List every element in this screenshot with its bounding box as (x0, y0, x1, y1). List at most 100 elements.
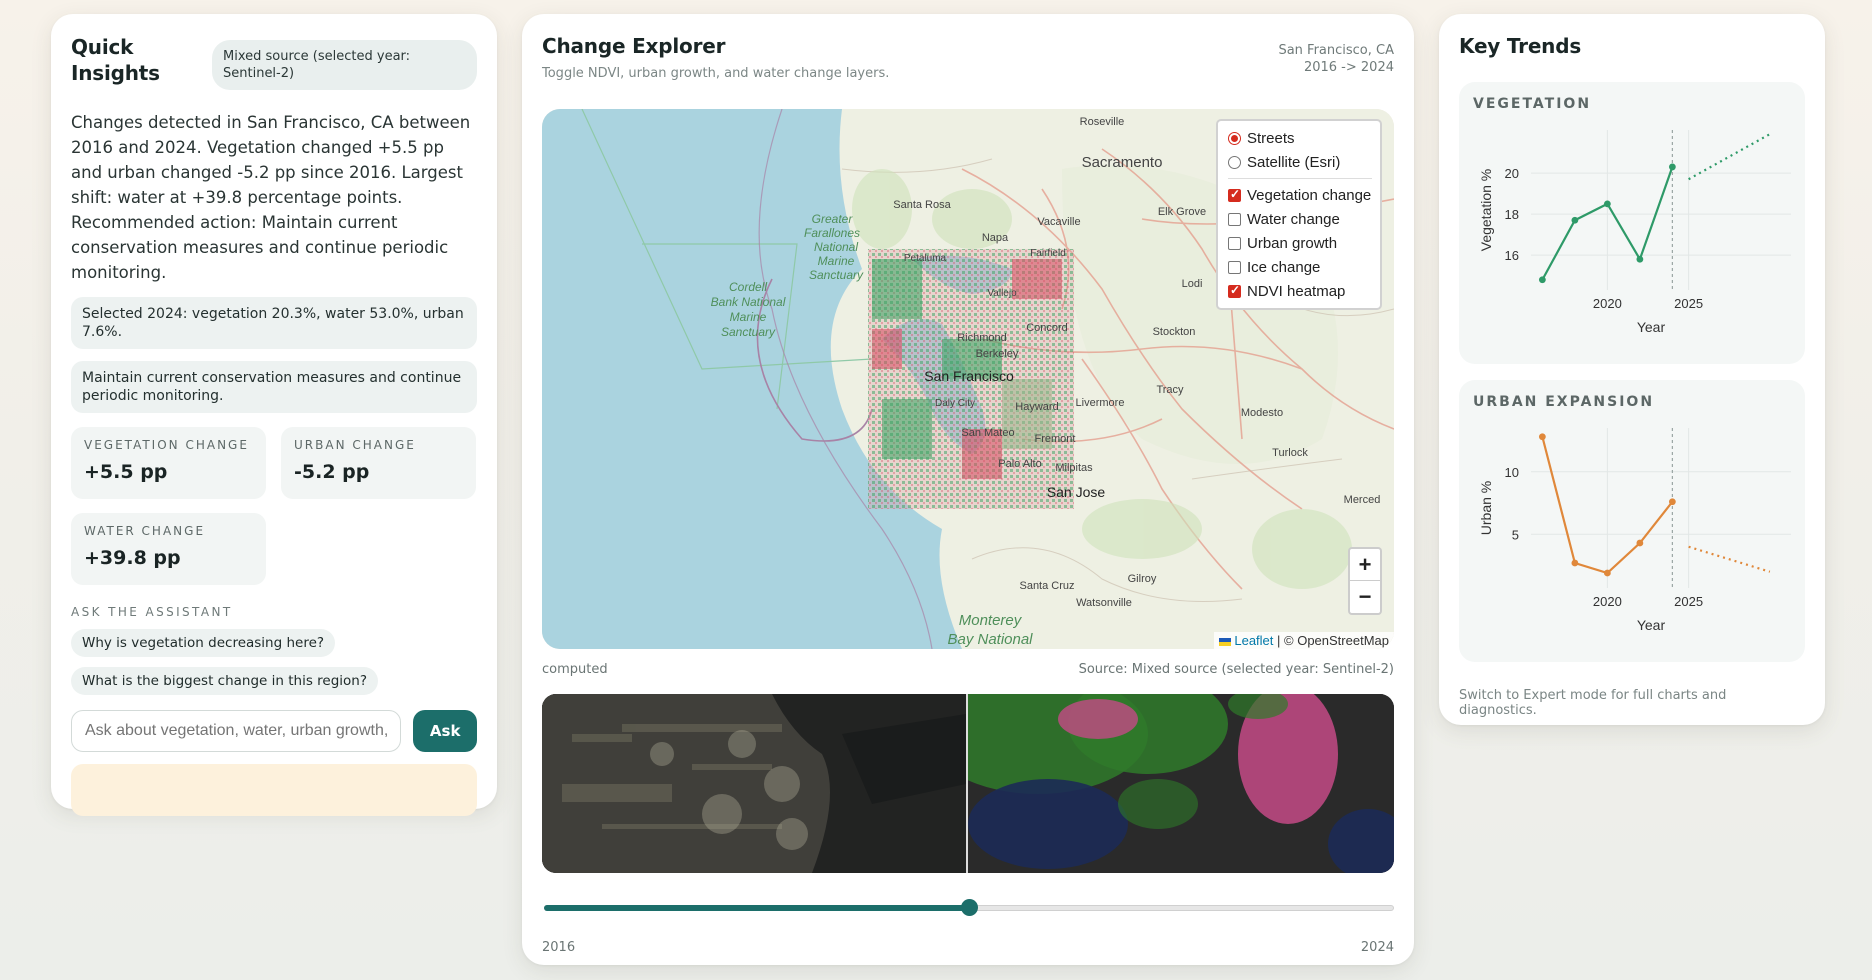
chart-title: URBAN EXPANSION (1473, 394, 1655, 410)
map-label-hayward: Hayward (1015, 401, 1058, 413)
map-label-fairfield: Fairfield (1030, 248, 1066, 259)
layer-control[interactable]: Streets Satellite (Esri) Vegetation chan… (1216, 119, 1382, 310)
x-axis-label: Year (1637, 319, 1666, 335)
stat-label: VEGETATION CHANGE (84, 438, 249, 452)
checkbox-icon[interactable] (1228, 236, 1241, 250)
map-label-merced: Merced (1344, 494, 1381, 506)
map-label-elk-grove: Elk Grove (1158, 206, 1206, 218)
layer-label: Urban growth (1247, 234, 1338, 252)
location-range: San Francisco, CA 2016 -> 2024 (1278, 42, 1394, 76)
overlay-ndvi-heatmap[interactable]: NDVI heatmap (1228, 279, 1372, 303)
vegetation-chart-card: VEGETATION 2020 2025 16 18 20 Year Vegetation … (1459, 82, 1805, 364)
change-map[interactable]: Sacramento Santa Rosa Vacaville Napa Fai… (542, 109, 1394, 649)
map-label-gilroy: Gilroy (1128, 573, 1157, 585)
map-label-tracy: Tracy (1156, 384, 1184, 396)
year-slider[interactable] (544, 899, 1394, 916)
forecast-line (1688, 545, 1771, 573)
leaflet-link[interactable]: Leaflet (1234, 633, 1273, 648)
x-axis-label: Year (1637, 617, 1666, 633)
x-tick-label: 2020 (1593, 296, 1622, 311)
map-attribution: Leaflet | © OpenStreetMap (1213, 632, 1394, 649)
after-change-image (928, 694, 1394, 873)
map-label-stockton: Stockton (1153, 326, 1196, 338)
overlay-ice-change[interactable]: Ice change (1228, 255, 1372, 279)
map-label-livermore: Livermore (1076, 397, 1125, 409)
stat-label: URBAN CHANGE (294, 438, 416, 452)
map-label-roseville: Roseville (1080, 116, 1125, 128)
map-label-lodi: Lodi (1182, 278, 1203, 290)
slider-thumb[interactable] (961, 899, 978, 916)
layer-label: Vegetation change (1247, 186, 1372, 204)
ask-row: Ask (71, 710, 477, 752)
radio-icon[interactable] (1228, 131, 1241, 145)
y-tick-label: 5 (1512, 527, 1519, 542)
insights-title: Quick Insights (71, 35, 160, 85)
assistant-question-input[interactable] (71, 710, 402, 752)
explorer-title: Change Explorer (542, 34, 726, 58)
map-label-san-mateo: San Mateo (961, 427, 1014, 439)
explorer-subtitle: Toggle NDVI, urban growth, and water cha… (542, 66, 890, 81)
key-trends-panel: Key Trends VEGETATION 2020 2025 16 18 20 Year… (1439, 14, 1825, 725)
map-label-palo-alto: Palo Alto (998, 458, 1041, 470)
overlay-water-change[interactable]: Water change (1228, 207, 1372, 231)
suggestion-chip[interactable]: What is the biggest change in this regio… (71, 667, 379, 695)
stat-vegetation-change: VEGETATION CHANGE +5.5 pp (71, 427, 266, 499)
layer-label: Streets (1247, 129, 1295, 147)
y-tick-label: 20 (1505, 166, 1519, 181)
basemap-option-streets[interactable]: Streets (1228, 126, 1372, 150)
stat-value: +39.8 pp (84, 547, 181, 569)
slider-start-year: 2016 (542, 940, 576, 955)
assistant-answer-box (71, 764, 477, 816)
stat-value: -5.2 pp (294, 461, 370, 483)
data-source-label: Source: Mixed source (selected year: Sen… (1078, 662, 1394, 677)
map-label-fremont: Fremont (1035, 433, 1076, 445)
stat-urban-change: URBAN CHANGE -5.2 pp (281, 427, 476, 499)
chart-title: VEGETATION (1473, 96, 1592, 112)
map-label-berkeley: Berkeley (976, 348, 1019, 360)
stat-value: +5.5 pp (84, 461, 168, 483)
data-point (1668, 163, 1676, 171)
overlay-urban-growth[interactable]: Urban growth (1228, 231, 1372, 255)
suggestion-chip[interactable]: Why is vegetation decreasing here? (71, 629, 336, 657)
basemap-option-satellite[interactable]: Satellite (Esri) (1228, 150, 1372, 174)
urban-chart-card: URBAN EXPANSION 2020 2025 5 10 Year Urban % (1459, 380, 1805, 662)
zoom-out-button[interactable]: − (1350, 581, 1380, 613)
zoom-control: + − (1348, 547, 1382, 615)
data-point (1636, 539, 1644, 547)
year-range-label: 2016 -> 2024 (1303, 60, 1394, 75)
layer-label: Ice change (1247, 258, 1321, 276)
layer-label: NDVI heatmap (1247, 282, 1346, 300)
ask-button[interactable]: Ask (413, 710, 477, 752)
x-tick-label: 2020 (1593, 594, 1622, 609)
y-axis-label: Urban % (1478, 481, 1494, 535)
compute-status: computed (542, 662, 608, 677)
zoom-in-button[interactable]: + (1350, 549, 1380, 581)
stat-water-change: WATER CHANGE +39.8 pp (71, 513, 266, 585)
stat-label: WATER CHANGE (84, 524, 206, 538)
assistant-section-label: ASK THE ASSISTANT (71, 605, 233, 619)
checkbox-icon[interactable] (1228, 212, 1241, 226)
y-tick-label: 10 (1505, 465, 1519, 480)
map-label-concord: Concord (1026, 322, 1068, 334)
data-point (1603, 569, 1611, 577)
overlay-vegetation-change[interactable]: Vegetation change (1228, 183, 1372, 207)
y-axis-label: Vegetation % (1478, 169, 1494, 252)
data-point (1571, 559, 1579, 567)
checkbox-icon[interactable] (1228, 260, 1241, 274)
source-badge: Mixed source (selected year: Sentinel-2) (212, 40, 477, 90)
layer-label: Satellite (Esri) (1247, 153, 1341, 171)
map-label-sacramento: Sacramento (1082, 154, 1163, 171)
layer-label: Water change (1247, 210, 1340, 228)
slider-year-labels: 2016 2024 (542, 940, 1394, 955)
before-after-comparison[interactable] (542, 694, 1394, 873)
slider-fill (544, 905, 969, 911)
data-point (1571, 216, 1579, 224)
data-point (1636, 255, 1644, 263)
data-point (1668, 498, 1676, 506)
radio-icon[interactable] (1228, 155, 1241, 169)
checkbox-icon[interactable] (1228, 283, 1241, 298)
slider-end-year: 2024 (1360, 940, 1394, 955)
location-label: San Francisco, CA (1278, 43, 1394, 58)
checkbox-icon[interactable] (1228, 187, 1241, 202)
map-label-napa: Napa (982, 232, 1009, 244)
